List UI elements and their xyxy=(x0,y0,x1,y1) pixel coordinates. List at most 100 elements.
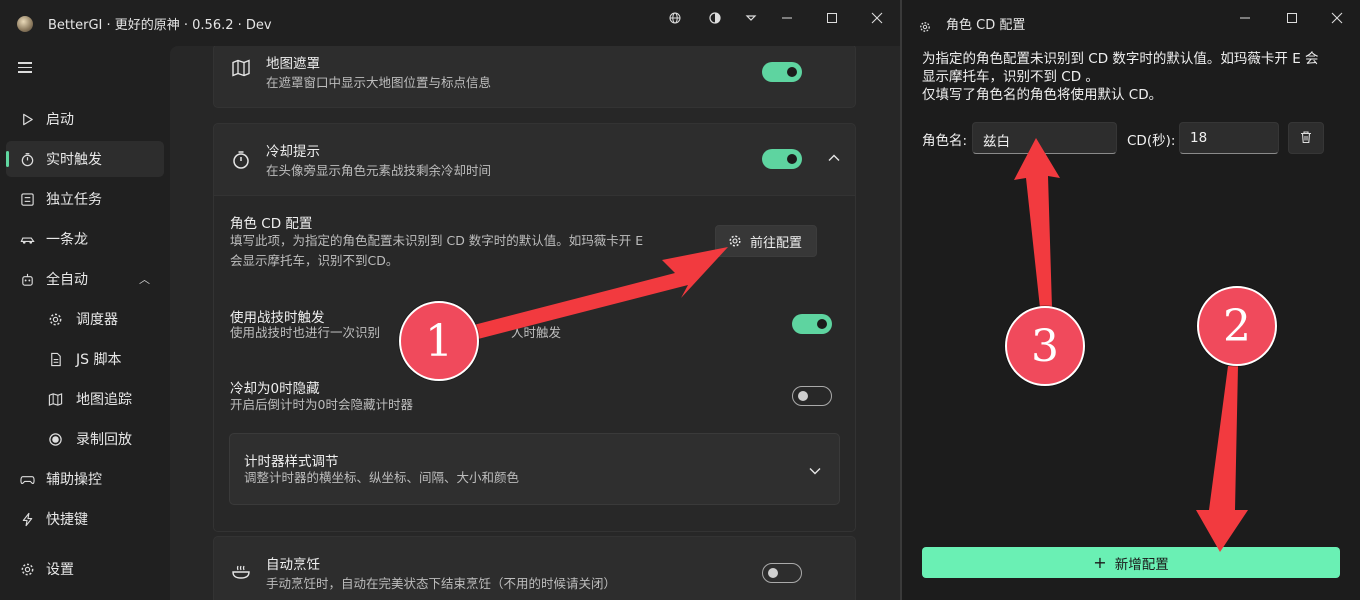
sidebar-item-start[interactable]: 启动 xyxy=(6,101,164,137)
sidebar-item-assist-control[interactable]: 辅助操控 xyxy=(6,461,164,497)
globe-icon[interactable] xyxy=(661,8,689,28)
gamepad-icon xyxy=(19,471,35,487)
cd-seconds-label: CD(秒): xyxy=(1127,133,1176,149)
go-configure-button[interactable]: 前往配置 xyxy=(715,225,817,257)
add-config-label: 新增配置 xyxy=(1114,556,1169,573)
settings-icon xyxy=(19,561,35,577)
dialog-minimize-icon[interactable] xyxy=(1231,8,1259,28)
card-title: 地图遮罩 xyxy=(266,56,320,72)
dialog-text-line3: 仅填写了角色名的角色将使用默认 CD。 xyxy=(922,87,1163,103)
role-cd-desc-line1: 填写此项，为指定的角色配置未识别到 CD 数字时的默认值。如玛薇卡开 E xyxy=(230,233,644,248)
robot-icon xyxy=(19,271,35,287)
gear-icon xyxy=(919,18,931,32)
car-icon xyxy=(19,231,35,247)
sidebar-item-label: 一条龙 xyxy=(46,232,88,248)
script-icon xyxy=(47,351,63,367)
auto-cook-card: 自动烹饪 手动烹饪时，自动在完美状态下结束烹饪（不用的时候请关闭） xyxy=(213,536,856,600)
map-icon xyxy=(47,391,63,407)
sidebar-item-label: 启动 xyxy=(46,112,74,128)
maximize-icon[interactable] xyxy=(818,8,846,28)
annotation-badge-3: 3 xyxy=(1005,306,1085,386)
sidebar-item-label: JS 脚本 xyxy=(76,352,122,368)
minimize-icon[interactable] xyxy=(773,8,801,28)
cooldown-toggle[interactable] xyxy=(762,149,802,169)
sidebar-item-js-script[interactable]: JS 脚本 xyxy=(6,341,164,377)
trigger-on-skill-toggle[interactable] xyxy=(792,314,832,334)
dialog-title: 角色 CD 配置 xyxy=(946,18,1026,33)
gear-icon xyxy=(728,234,742,248)
record-icon xyxy=(47,431,63,447)
timer-icon xyxy=(19,151,35,167)
timer-icon xyxy=(230,149,252,171)
sidebar-item-label: 全自动 xyxy=(46,272,88,288)
role-name-input[interactable]: 兹白 xyxy=(972,122,1117,154)
go-configure-label: 前往配置 xyxy=(750,235,803,251)
annotation-badge-2: 2 xyxy=(1197,286,1277,366)
role-cd-config-dialog: 角色 CD 配置 为指定的角色配置未识别到 CD 数字时的默认值。如玛薇卡开 E… xyxy=(900,0,1360,600)
dialog-description: 为指定的角色配置未识别到 CD 数字时的默认值。如玛薇卡开 E 会 显示摩托车，… xyxy=(922,50,1342,104)
hide-at-zero-desc: 开启后倒计时为0时会隐藏计时器 xyxy=(230,397,413,412)
cooking-bowl-icon xyxy=(230,561,252,583)
lightning-icon xyxy=(19,511,35,527)
dialog-maximize-icon[interactable] xyxy=(1278,8,1306,28)
sidebar-item-label: 录制回放 xyxy=(76,432,132,448)
content-area: 地图遮罩 在遮罩窗口中显示大地图位置与标点信息 冷却提示 在头像旁显示角色元素战… xyxy=(170,46,900,600)
trigger-on-skill-desc-tail: 人时触发 xyxy=(511,325,562,340)
sidebar-item-label: 实时触发 xyxy=(46,152,102,168)
trigger-on-skill-desc: 使用战技时也进行一次识别 xyxy=(230,325,381,340)
map-mask-toggle[interactable] xyxy=(762,62,802,82)
sidebar-item-record-replay[interactable]: 录制回放 xyxy=(6,421,164,457)
hide-at-zero-title: 冷却为0时隐藏 xyxy=(230,381,320,397)
sidebar: 启动 实时触发 独立任务 一条龙 全自动 ︿ 调度器 JS 脚本 地图追踪 录制… xyxy=(0,46,170,600)
hamburger-menu-icon[interactable] xyxy=(18,62,32,76)
add-config-button[interactable]: + 新增配置 xyxy=(922,547,1340,578)
hide-at-zero-toggle[interactable] xyxy=(792,386,832,406)
plus-icon: + xyxy=(1093,553,1107,572)
delete-button[interactable] xyxy=(1288,122,1324,154)
task-list-icon xyxy=(19,191,35,207)
main-window: BetterGI · 更好的原神 · 0.56.2 · Dev 启动 实时触发 xyxy=(0,0,900,600)
map-mask-card: 地图遮罩 在遮罩窗口中显示大地图位置与标点信息 xyxy=(213,46,856,108)
card-title: 冷却提示 xyxy=(266,144,320,160)
timer-style-desc: 调整计时器的横坐标、纵坐标、间隔、大小和颜色 xyxy=(244,470,520,485)
timer-style-title: 计时器样式调节 xyxy=(244,454,339,470)
card-title: 自动烹饪 xyxy=(266,557,320,573)
role-cd-title: 角色 CD 配置 xyxy=(230,216,313,232)
app-logo-icon xyxy=(17,16,33,32)
sidebar-item-label: 独立任务 xyxy=(46,192,102,208)
sidebar-item-settings[interactable]: 设置 xyxy=(6,551,164,587)
dialog-close-icon[interactable] xyxy=(1323,8,1351,28)
card-desc: 在头像旁显示角色元素战技剩余冷却时间 xyxy=(266,163,492,178)
chevron-up-icon: ︿ xyxy=(139,273,150,286)
gear-icon xyxy=(47,311,63,327)
card-desc: 在遮罩窗口中显示大地图位置与标点信息 xyxy=(266,75,492,90)
app-title: BetterGI · 更好的原神 · 0.56.2 · Dev xyxy=(48,18,272,33)
dropdown-icon[interactable] xyxy=(737,8,765,28)
auto-cook-toggle[interactable] xyxy=(762,563,802,583)
card-desc: 手动烹饪时，自动在完美状态下结束烹饪（不用的时候请关闭） xyxy=(266,576,617,591)
sidebar-item-independent-tasks[interactable]: 独立任务 xyxy=(6,181,164,217)
sidebar-item-hotkeys[interactable]: 快捷键 xyxy=(6,501,164,537)
map-icon xyxy=(230,57,252,79)
dialog-text-line2: 显示摩托车，识别不到 CD 。 xyxy=(922,69,1099,85)
sidebar-item-realtime-trigger[interactable]: 实时触发 xyxy=(6,141,164,177)
sidebar-item-map-tracking[interactable]: 地图追踪 xyxy=(6,381,164,417)
cooldown-card[interactable]: 冷却提示 在头像旁显示角色元素战技剩余冷却时间 xyxy=(213,123,856,196)
chevron-down-icon xyxy=(808,463,822,477)
sidebar-item-label: 快捷键 xyxy=(46,512,88,528)
role-cd-desc-line2: 会显示摩托车，识别不到CD。 xyxy=(230,253,399,268)
cd-seconds-input[interactable]: 18 xyxy=(1179,122,1279,154)
role-name-label: 角色名: xyxy=(922,133,968,149)
sidebar-item-scheduler[interactable]: 调度器 xyxy=(6,301,164,337)
sidebar-item-full-auto[interactable]: 全自动 ︿ xyxy=(6,261,164,297)
close-icon[interactable] xyxy=(863,8,891,28)
timer-style-expander[interactable]: 计时器样式调节 调整计时器的横坐标、纵坐标、间隔、大小和颜色 xyxy=(229,433,840,505)
trash-icon xyxy=(1299,129,1313,148)
sidebar-item-label: 地图追踪 xyxy=(76,392,132,408)
chevron-up-icon[interactable] xyxy=(827,150,841,164)
annotation-badge-1: 1 xyxy=(399,301,479,381)
theme-toggle-icon[interactable] xyxy=(701,8,729,28)
sidebar-item-one-dragon[interactable]: 一条龙 xyxy=(6,221,164,257)
play-icon xyxy=(19,111,35,127)
sidebar-item-label: 辅助操控 xyxy=(46,472,102,488)
